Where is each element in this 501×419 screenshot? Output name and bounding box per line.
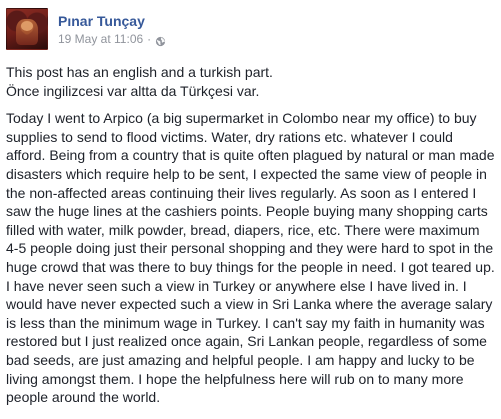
post-timeline: 19 May at 11:06 · xyxy=(58,31,166,47)
author-name-link[interactable]: Pınar Tunçay xyxy=(58,12,166,30)
post-timestamp-link[interactable]: 19 May at 11:06 xyxy=(58,31,143,47)
post-body-paragraph: Today I went to Arpico (a big supermarke… xyxy=(6,110,495,406)
intro-line-turkish: Önce ingilizcesi var altta da Türkçesi v… xyxy=(6,82,260,99)
facebook-post: Pınar Tunçay 19 May at 11:06 · This post… xyxy=(0,0,501,419)
post-header: Pınar Tunçay 19 May at 11:06 · xyxy=(6,8,166,52)
author-avatar[interactable] xyxy=(6,8,48,50)
intro-line-english: This post has an english and a turkish p… xyxy=(6,64,273,80)
meta-separator: · xyxy=(147,32,152,46)
globe-icon[interactable] xyxy=(155,35,166,46)
post-meta: Pınar Tunçay 19 May at 11:06 · xyxy=(58,8,166,47)
post-content: This post has an english and a turkish p… xyxy=(6,63,495,407)
